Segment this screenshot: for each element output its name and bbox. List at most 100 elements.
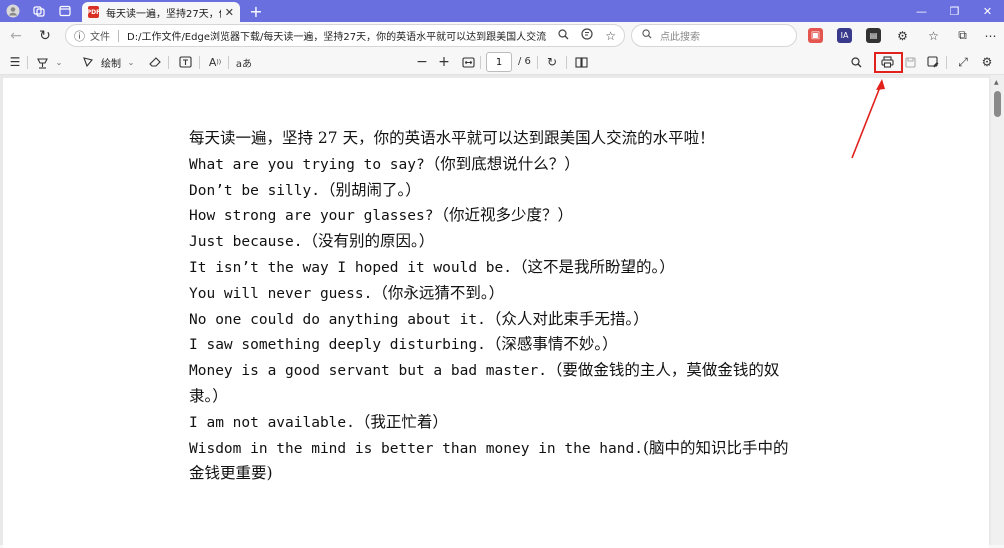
line-chinese: （我正忙着）	[354, 412, 448, 431]
extension-dark-icon[interactable]: ▤	[866, 28, 881, 43]
pdf-toolbar: ☰ ⌄ 绘制 ⌄ A)) aあ − + 1 / 6 ↻ ⤢ ⚙	[0, 49, 1004, 75]
toolbar-divider	[27, 56, 28, 69]
highlight-icon[interactable]	[34, 53, 50, 71]
save-icon[interactable]	[902, 53, 918, 71]
line-english: Money is a good servant but a bad master…	[189, 363, 547, 380]
highlight-dropdown-icon[interactable]: ⌄	[54, 53, 64, 71]
eraser-icon[interactable]	[147, 53, 163, 71]
line-chinese: （你近视多少度？）	[433, 206, 573, 225]
back-icon[interactable]: ←	[6, 26, 26, 46]
document-line: 隶。）	[189, 384, 809, 410]
address-bar[interactable]: ⓘ 文件 D:/工作文件/Edge浏览器下载/每天读一遍，坚持27天，你的英语水…	[65, 24, 625, 47]
active-tab[interactable]: PDF 每天读一遍，坚持27天，你的英语 ✕	[82, 2, 240, 22]
more-options-icon[interactable]: ⋯	[983, 28, 998, 43]
document-line: What are you trying to say?（你到底想说什么？）	[189, 152, 809, 178]
contents-icon[interactable]: ☰	[6, 53, 24, 71]
title-bar-left	[0, 0, 78, 22]
document-line: Money is a good servant but a bad master…	[189, 358, 809, 384]
toolbar-divider	[566, 56, 567, 69]
extension-red-icon[interactable]: ▣	[808, 28, 823, 43]
toolbar-divider	[946, 56, 947, 69]
fit-width-icon[interactable]	[459, 53, 477, 71]
line-english: Wisdom in the mind is better than money …	[189, 440, 643, 457]
draw-dropdown-icon[interactable]: ⌄	[126, 53, 136, 71]
fullscreen-icon[interactable]: ⤢	[955, 53, 971, 71]
line-english: I am not available.	[189, 414, 355, 431]
draw-icon[interactable]	[80, 53, 96, 71]
search-document-icon[interactable]	[848, 53, 864, 71]
zoom-in-icon[interactable]: +	[436, 53, 452, 71]
collections-icon[interactable]: ⧉	[955, 28, 970, 43]
zoom-out-icon[interactable]: −	[414, 53, 430, 71]
read-aloud-icon[interactable]	[581, 28, 593, 43]
line-chinese: （没有别的原因。）	[302, 232, 435, 251]
refresh-icon[interactable]: ↻	[35, 26, 55, 46]
line-chinese: （这不是我所盼望的。）	[512, 257, 675, 276]
add-text-icon[interactable]	[176, 53, 194, 71]
profile-icon[interactable]	[0, 0, 26, 22]
tab-title: 每天读一遍，坚持27天，你的英语	[106, 8, 221, 20]
draw-label[interactable]: 绘制	[99, 53, 123, 71]
scrollbar[interactable]: ▲	[991, 75, 1004, 545]
file-label: 文件	[90, 32, 110, 43]
search-placeholder: 点此搜索	[660, 32, 700, 43]
search-icon	[642, 29, 652, 42]
zoom-icon[interactable]	[558, 28, 569, 43]
page-total: / 6	[518, 56, 531, 67]
pdf-file-icon: PDF	[87, 6, 100, 18]
line-english: Don’t be silly.	[189, 182, 320, 199]
document-lines: What are you trying to say?（你到底想说什么？） Don…	[189, 152, 809, 487]
scroll-thumb[interactable]	[994, 91, 1001, 117]
toolbar-divider	[199, 56, 200, 69]
document-text: 每天读一遍，坚持 27 天，你的英语水平就可以达到跟美国人交流的水平啦！ Wha…	[189, 126, 809, 487]
line-chinese: （要做金钱的主人，莫做金钱的奴	[546, 361, 780, 380]
line-chinese: (脑中的知识比手中的	[642, 438, 789, 457]
close-icon[interactable]: ✕	[971, 0, 1004, 22]
info-icon[interactable]: ⓘ	[74, 28, 85, 44]
minimize-icon[interactable]: —	[905, 0, 938, 22]
line-english: Just because.	[189, 234, 303, 251]
line-chinese: （你到底想说什么？）	[424, 154, 580, 173]
document-line: It isn’t the way I hoped it would be.（这不…	[189, 255, 809, 281]
tab-actions-icon[interactable]	[52, 0, 78, 22]
read-aloud-toolbar-icon[interactable]: A))	[206, 53, 224, 71]
document-title: 每天读一遍，坚持 27 天，你的英语水平就可以达到跟美国人交流的水平啦！	[189, 129, 715, 147]
extension-ia-icon[interactable]: IA	[837, 28, 852, 43]
extensions-icon[interactable]: ⚙	[895, 28, 910, 43]
new-tab-icon[interactable]: +	[246, 1, 266, 21]
toolbar-divider	[480, 56, 481, 69]
document-line: Wisdom in the mind is better than money …	[189, 436, 809, 462]
line-chinese: （众人对此束手无措。）	[485, 309, 649, 328]
page-view-icon[interactable]	[572, 53, 590, 71]
document-line: I saw something deeply disturbing.（深感事情不…	[189, 332, 809, 358]
window-controls: — ❐ ✕	[905, 0, 1004, 22]
line-english: I saw something deeply disturbing.	[189, 337, 486, 354]
page-number-input[interactable]: 1	[486, 52, 512, 72]
toolbar-divider	[228, 56, 229, 69]
document-line: You will never guess.（你永远猜不到。）	[189, 281, 809, 307]
save-as-icon[interactable]	[925, 53, 941, 71]
favorite-icon[interactable]: ☆	[605, 29, 616, 43]
translate-icon[interactable]: aあ	[234, 53, 254, 71]
favorites-bar-icon[interactable]: ☆	[926, 28, 941, 43]
maximize-icon[interactable]: ❐	[938, 0, 971, 22]
url-text[interactable]: D:/工作文件/Edge浏览器下载/每天读一遍，坚持27天，你的英语水平就可以达…	[127, 28, 546, 43]
line-chinese: 隶。）	[189, 386, 228, 405]
line-chinese: （深感事情不妙。）	[485, 335, 618, 354]
tab-close-icon[interactable]: ✕	[225, 6, 234, 19]
toolbar-divider	[168, 56, 169, 69]
workspaces-icon[interactable]	[26, 0, 52, 22]
settings-icon[interactable]: ⚙	[978, 53, 996, 71]
print-highlight-box	[874, 52, 903, 73]
document-line: 金钱更重要)	[189, 461, 809, 487]
line-english: What are you trying to say?	[189, 156, 425, 173]
document-line: No one could do anything about it.（众人对此束…	[189, 307, 809, 333]
toolbar-divider	[537, 56, 538, 69]
line-english: It isn’t the way I hoped it would be.	[189, 259, 513, 276]
address-bar-row: ← ↻ ⓘ 文件 D:/工作文件/Edge浏览器下载/每天读一遍，坚持27天，你…	[0, 22, 1004, 49]
document-line: Don’t be silly.（别胡闹了。）	[189, 178, 809, 204]
document-line: Just because.（没有别的原因。）	[189, 229, 809, 255]
scroll-up-icon[interactable]: ▲	[994, 79, 999, 86]
rotate-icon[interactable]: ↻	[543, 53, 561, 71]
search-box[interactable]: 点此搜索	[631, 24, 797, 47]
